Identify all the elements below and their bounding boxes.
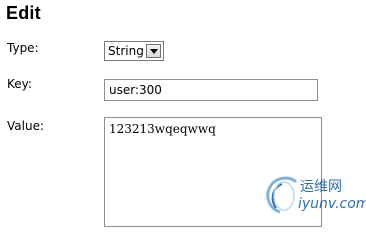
key-input[interactable] [104, 79, 318, 101]
key-label: Key: [7, 77, 32, 91]
type-select-value: String [108, 44, 144, 58]
type-select[interactable]: String [104, 41, 164, 61]
page-title: Edit [6, 3, 41, 23]
value-label: Value: [7, 119, 44, 133]
watermark-text-cn: 运维网 [300, 179, 342, 195]
watermark-text-en: iyunv.com [298, 196, 366, 212]
dropdown-arrow-icon[interactable] [146, 44, 161, 58]
type-label: Type: [7, 41, 39, 55]
